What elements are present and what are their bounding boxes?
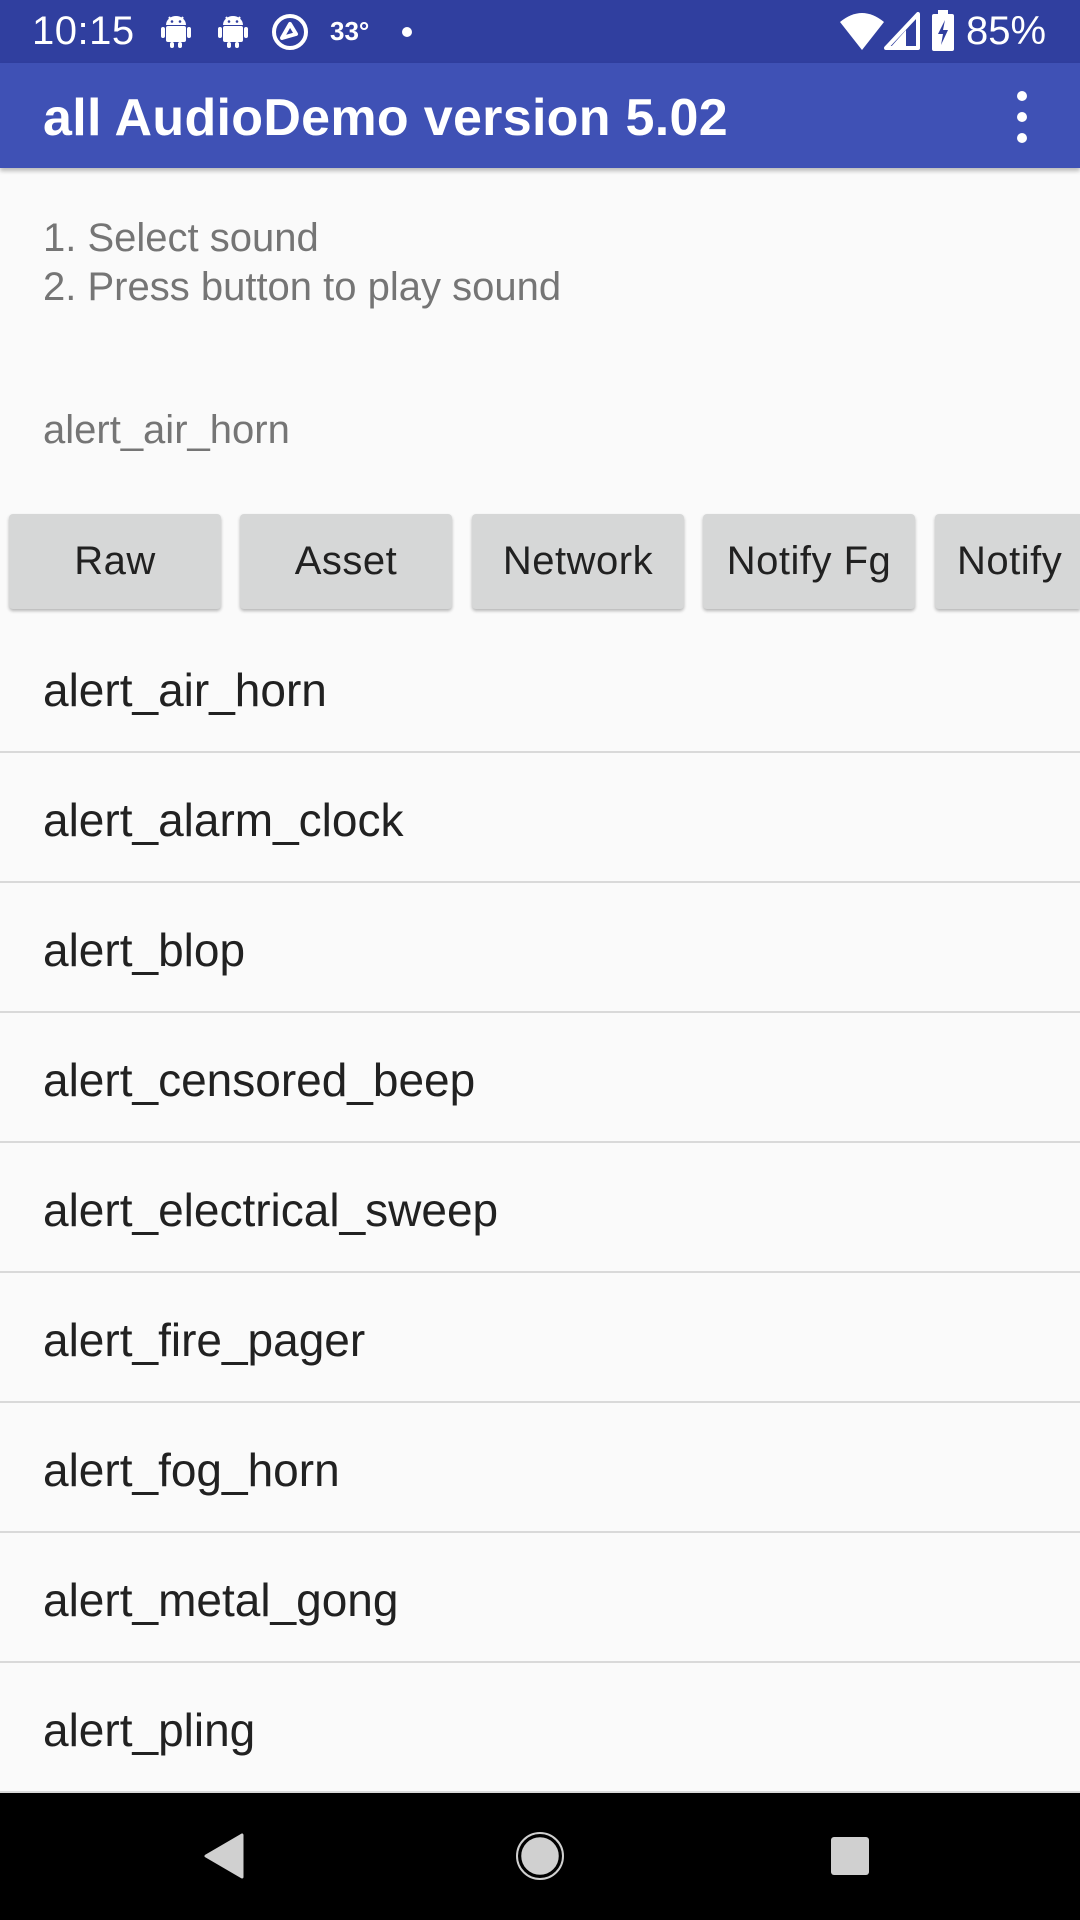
notify-button[interactable]: Notify xyxy=(935,514,1080,609)
android-debug-icon xyxy=(161,16,191,48)
more-vert-icon[interactable] xyxy=(1000,89,1044,145)
list-item[interactable]: alert_fog_horn xyxy=(0,1403,1080,1533)
notification-dot xyxy=(402,27,412,37)
list-item-label: alert_censored_beep xyxy=(43,1054,476,1106)
home-icon[interactable] xyxy=(505,1821,575,1891)
app-screen: 10:15 33° 85% all AudioDemo version 5.02… xyxy=(0,0,1080,1920)
notify-fg-button[interactable]: Notify Fg xyxy=(703,514,915,609)
recents-icon[interactable] xyxy=(815,1821,885,1891)
list-item-label: alert_fire_pager xyxy=(43,1314,366,1366)
selected-sound-label: alert_air_horn xyxy=(43,408,290,452)
list-item-label: alert_blop xyxy=(43,924,246,976)
list-item-label: alert_air_horn xyxy=(43,664,327,716)
list-item[interactable]: alert_air_horn xyxy=(0,623,1080,753)
list-item-label: alert_electrical_sweep xyxy=(43,1184,499,1236)
list-item[interactable]: alert_alarm_clock xyxy=(0,753,1080,883)
list-item[interactable]: alert_electrical_sweep xyxy=(0,1143,1080,1273)
list-item[interactable]: alert_metal_gong xyxy=(0,1533,1080,1663)
app-bar: all AudioDemo version 5.02 xyxy=(0,63,1080,168)
battery-charging-icon xyxy=(932,10,954,51)
asset-button[interactable]: Asset xyxy=(240,514,452,609)
list-item-label: alert_pling xyxy=(43,1704,256,1756)
list-item[interactable]: alert_blop xyxy=(0,883,1080,1013)
status-bar: 10:15 33° 85% xyxy=(0,0,1080,63)
list-item[interactable]: alert_censored_beep xyxy=(0,1013,1080,1143)
list-item-label: alert_metal_gong xyxy=(43,1574,399,1626)
android-debug-icon xyxy=(218,16,248,48)
instructions: 1. Select sound 2. Press button to play … xyxy=(43,214,561,312)
raw-button[interactable]: Raw xyxy=(9,514,221,609)
status-time: 10:15 xyxy=(32,9,135,53)
instruction-step-2: 2. Press button to play sound xyxy=(43,265,562,309)
list-item-label: alert_alarm_clock xyxy=(43,794,404,846)
cell-signal-icon xyxy=(884,12,920,50)
list-item-label: alert_fog_horn xyxy=(43,1444,340,1496)
list-item[interactable]: alert_pling xyxy=(0,1663,1080,1793)
navigation-bar xyxy=(0,1793,1080,1920)
vpn-icon xyxy=(272,14,308,50)
network-button[interactable]: Network xyxy=(472,514,684,609)
sound-list[interactable]: alert_air_horn alert_alarm_clock alert_b… xyxy=(0,623,1080,1793)
instruction-step-1: 1. Select sound xyxy=(43,216,319,260)
wifi-icon xyxy=(840,13,884,50)
battery-percentage: 85% xyxy=(966,9,1047,53)
app-title: all AudioDemo version 5.02 xyxy=(43,89,728,147)
back-icon[interactable] xyxy=(190,1821,260,1891)
list-item[interactable]: alert_fire_pager xyxy=(0,1273,1080,1403)
status-temperature: 33° xyxy=(330,16,370,46)
